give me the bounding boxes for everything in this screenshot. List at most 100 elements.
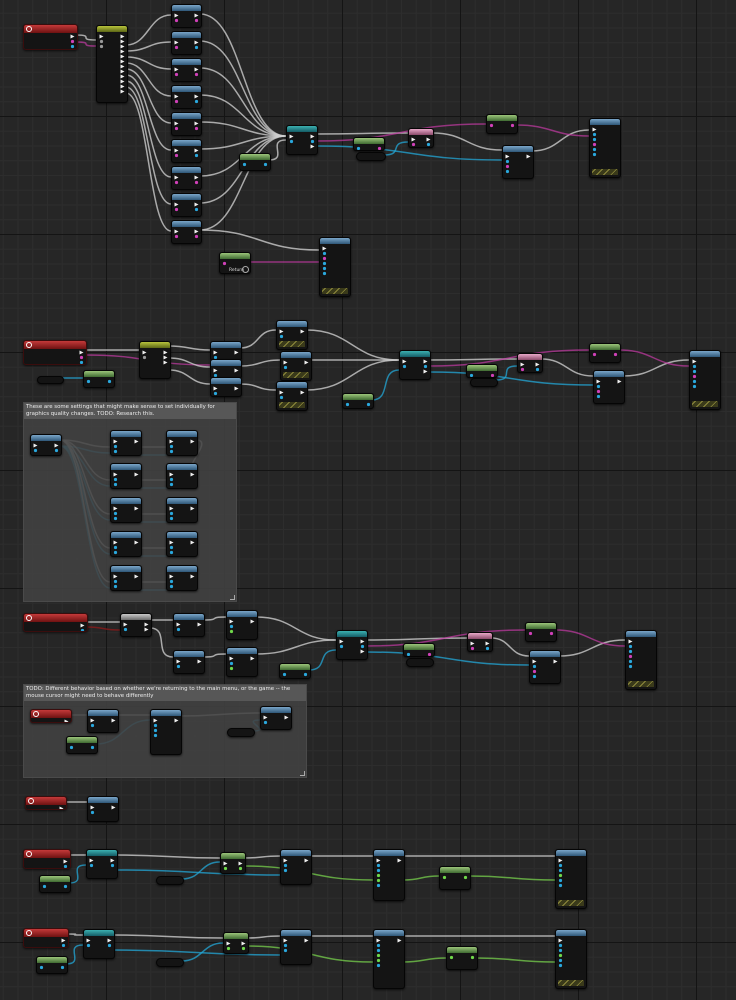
data-pin-icon[interactable] xyxy=(229,629,234,634)
resize-grip-icon[interactable] xyxy=(230,595,235,600)
data-pin-icon[interactable] xyxy=(279,395,284,400)
pure-node[interactable] xyxy=(279,663,311,679)
pure-node[interactable] xyxy=(83,370,115,388)
func-node[interactable] xyxy=(502,145,534,179)
comment-title[interactable]: TODO: Different behavior based on whethe… xyxy=(24,685,306,702)
data-pin-icon[interactable] xyxy=(376,963,381,968)
event-node[interactable] xyxy=(25,796,67,810)
data-pin-icon[interactable] xyxy=(263,162,268,167)
data-pin-icon[interactable] xyxy=(63,884,68,889)
resize-grip-icon[interactable] xyxy=(300,771,305,776)
exec-pin-icon[interactable] xyxy=(134,439,139,444)
comment-title[interactable]: These are some settings that might make … xyxy=(24,403,236,420)
event-node[interactable] xyxy=(23,24,78,50)
pure-node[interactable] xyxy=(220,852,246,874)
data-pin-icon[interactable] xyxy=(176,627,181,632)
func-node[interactable] xyxy=(166,531,198,557)
exec-pin-icon[interactable] xyxy=(234,368,239,373)
data-pin-icon[interactable] xyxy=(242,162,247,167)
obj-wire[interactable] xyxy=(68,864,87,884)
exec-wire[interactable] xyxy=(431,132,503,151)
var-node[interactable] xyxy=(156,958,184,967)
data-pin-icon[interactable] xyxy=(339,644,344,649)
obj-wire[interactable] xyxy=(308,649,337,671)
var-node[interactable] xyxy=(406,658,434,667)
data-pin-icon[interactable] xyxy=(289,139,294,144)
str-wire[interactable] xyxy=(554,629,626,647)
data-pin-icon[interactable] xyxy=(406,652,411,657)
exec-wire[interactable] xyxy=(558,639,626,657)
exec-pin-icon[interactable] xyxy=(300,329,305,334)
data-pin-icon[interactable] xyxy=(505,169,510,174)
func-node[interactable] xyxy=(373,929,405,989)
data-pin-icon[interactable] xyxy=(63,864,68,869)
data-pin-icon[interactable] xyxy=(528,631,533,636)
exec-pin-icon[interactable] xyxy=(190,540,195,545)
str-wire[interactable] xyxy=(75,41,97,47)
func-node[interactable] xyxy=(166,565,198,591)
exec-pin-icon[interactable] xyxy=(284,715,289,720)
data-pin-icon[interactable] xyxy=(153,733,158,738)
exec-wire[interactable] xyxy=(75,34,97,41)
data-pin-icon[interactable] xyxy=(628,664,633,669)
func-node[interactable] xyxy=(110,463,142,489)
func-node[interactable] xyxy=(171,31,202,55)
exec-wire[interactable] xyxy=(202,616,227,621)
float-wire[interactable] xyxy=(468,875,556,881)
exec-pin-icon[interactable] xyxy=(111,718,116,723)
data-pin-icon[interactable] xyxy=(485,646,490,651)
data-pin-icon[interactable] xyxy=(113,584,118,589)
func-node[interactable] xyxy=(166,463,198,489)
data-pin-icon[interactable] xyxy=(194,18,199,23)
data-pin-icon[interactable] xyxy=(283,868,288,873)
obj-wire[interactable] xyxy=(112,949,281,956)
func-node[interactable] xyxy=(276,381,308,411)
data-pin-icon[interactable] xyxy=(356,146,361,151)
data-pin-icon[interactable] xyxy=(194,153,199,158)
exec-pin-icon[interactable] xyxy=(59,806,64,810)
func-node[interactable] xyxy=(171,139,202,163)
func-node[interactable] xyxy=(625,630,657,690)
pure-node[interactable] xyxy=(439,866,471,890)
exec-wire[interactable] xyxy=(239,359,281,367)
exec-pin-icon[interactable] xyxy=(190,439,195,444)
func-node[interactable] xyxy=(110,565,142,591)
func-node[interactable] xyxy=(319,237,351,297)
exec-wire[interactable] xyxy=(365,637,468,641)
str-wire[interactable] xyxy=(428,349,590,367)
data-pin-icon[interactable] xyxy=(427,652,432,657)
exec-pin-icon[interactable] xyxy=(304,938,309,943)
data-pin-icon[interactable] xyxy=(558,883,563,888)
data-pin-icon[interactable] xyxy=(322,271,327,276)
event-node[interactable] xyxy=(30,709,72,723)
func-node[interactable] xyxy=(210,377,242,397)
obj-wire[interactable] xyxy=(181,861,221,880)
data-pin-icon[interactable] xyxy=(238,866,243,871)
pure-node[interactable] xyxy=(223,932,249,954)
exec-pin-icon[interactable] xyxy=(304,858,309,863)
exec-wire[interactable] xyxy=(268,139,287,161)
data-pin-icon[interactable] xyxy=(69,745,74,750)
cast-node[interactable] xyxy=(86,849,118,879)
exec-wire[interactable] xyxy=(246,935,281,939)
pure-node[interactable] xyxy=(403,643,435,657)
func-node[interactable] xyxy=(689,350,721,410)
data-pin-icon[interactable] xyxy=(80,628,85,632)
var-node[interactable] xyxy=(156,876,184,885)
data-pin-icon[interactable] xyxy=(194,99,199,104)
data-pin-icon[interactable] xyxy=(174,126,179,131)
data-pin-icon[interactable] xyxy=(89,863,94,868)
exec-pin-icon[interactable] xyxy=(250,656,255,661)
func-node[interactable] xyxy=(87,709,119,733)
data-pin-icon[interactable] xyxy=(692,384,697,389)
data-pin-icon[interactable] xyxy=(226,946,231,951)
data-pin-icon[interactable] xyxy=(282,672,287,677)
data-pin-icon[interactable] xyxy=(142,355,147,360)
data-pin-icon[interactable] xyxy=(194,234,199,239)
exec-wire[interactable] xyxy=(199,67,287,137)
exec-wire[interactable] xyxy=(490,637,530,657)
str-wire[interactable] xyxy=(365,629,526,647)
data-pin-icon[interactable] xyxy=(489,123,494,128)
exec-pin-icon[interactable] xyxy=(617,379,622,384)
exec-wire[interactable] xyxy=(199,13,287,137)
